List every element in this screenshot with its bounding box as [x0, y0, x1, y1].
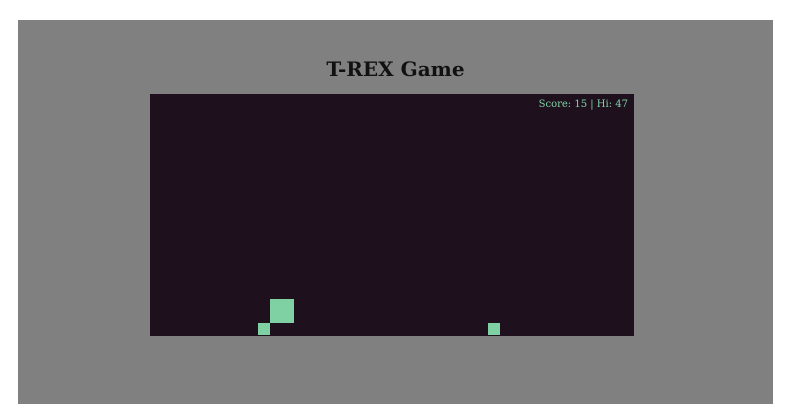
trex-foot [258, 323, 270, 335]
score-display: Score: 15 | Hi: 47 [538, 99, 628, 110]
trex-body [270, 299, 294, 323]
game-canvas[interactable]: Score: 15 | Hi: 47 [150, 94, 634, 336]
game-title: T-REX Game [326, 57, 465, 81]
game-page: T-REX Game Score: 15 | Hi: 47 [18, 20, 773, 404]
cactus-obstacle [488, 323, 500, 335]
